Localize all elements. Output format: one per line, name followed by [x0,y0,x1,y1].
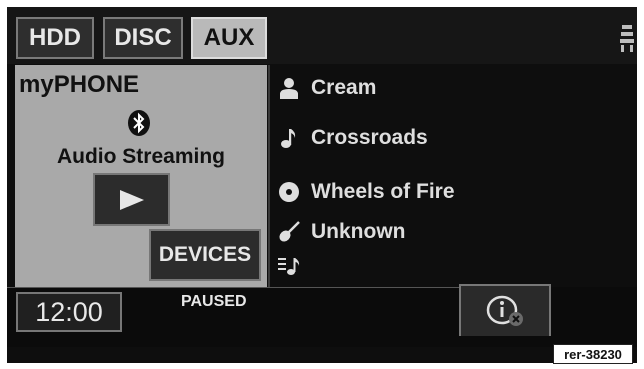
top-bar: HDD DISC AUX [7,7,637,64]
genre-label: Unknown [311,220,406,243]
play-button[interactable] [93,173,170,226]
info-button[interactable] [459,284,551,336]
source-panel: myPHONE Audio Streaming DEVICES [15,65,267,290]
info-icon [486,295,523,326]
tab-aux[interactable]: AUX [191,17,267,59]
artist-label: Cream [311,76,377,99]
seat-icon[interactable] [619,23,635,53]
artist-icon [277,76,301,100]
bluetooth-icon [128,110,150,136]
song-label: Crossroads [311,126,428,149]
tab-hdd[interactable]: HDD [16,17,94,59]
source-title: myPHONE [19,71,140,98]
audio-streaming-label: Audio Streaming [56,145,225,168]
figure-id-label: rer-38230 [553,344,633,364]
list-item-song[interactable]: Crossroads [271,123,428,153]
album-disc-icon [277,180,301,204]
play-icon [119,189,144,210]
track-info-list: Cream Crossroads Wheels of Fire Unknown [271,65,637,287]
radio-screen: HDD DISC AUX myPHONE Audio Streaming DEV… [7,7,637,363]
devices-button[interactable]: DEVICES [149,229,261,281]
song-note-icon [277,126,301,150]
playlist-icon [277,254,301,278]
tab-disc[interactable]: DISC [103,17,183,59]
list-item-album[interactable]: Wheels of Fire [271,177,455,207]
clock-display[interactable]: 12:00 [16,292,122,332]
list-item-artist[interactable]: Cream [271,73,376,103]
list-item-playlist[interactable] [271,251,311,281]
panel-divider [268,65,270,290]
playback-status: PAUSED [181,293,247,310]
album-label: Wheels of Fire [311,180,455,203]
genre-guitar-icon [277,220,301,244]
bottom-divider [7,287,459,288]
list-item-genre[interactable]: Unknown [271,217,406,247]
